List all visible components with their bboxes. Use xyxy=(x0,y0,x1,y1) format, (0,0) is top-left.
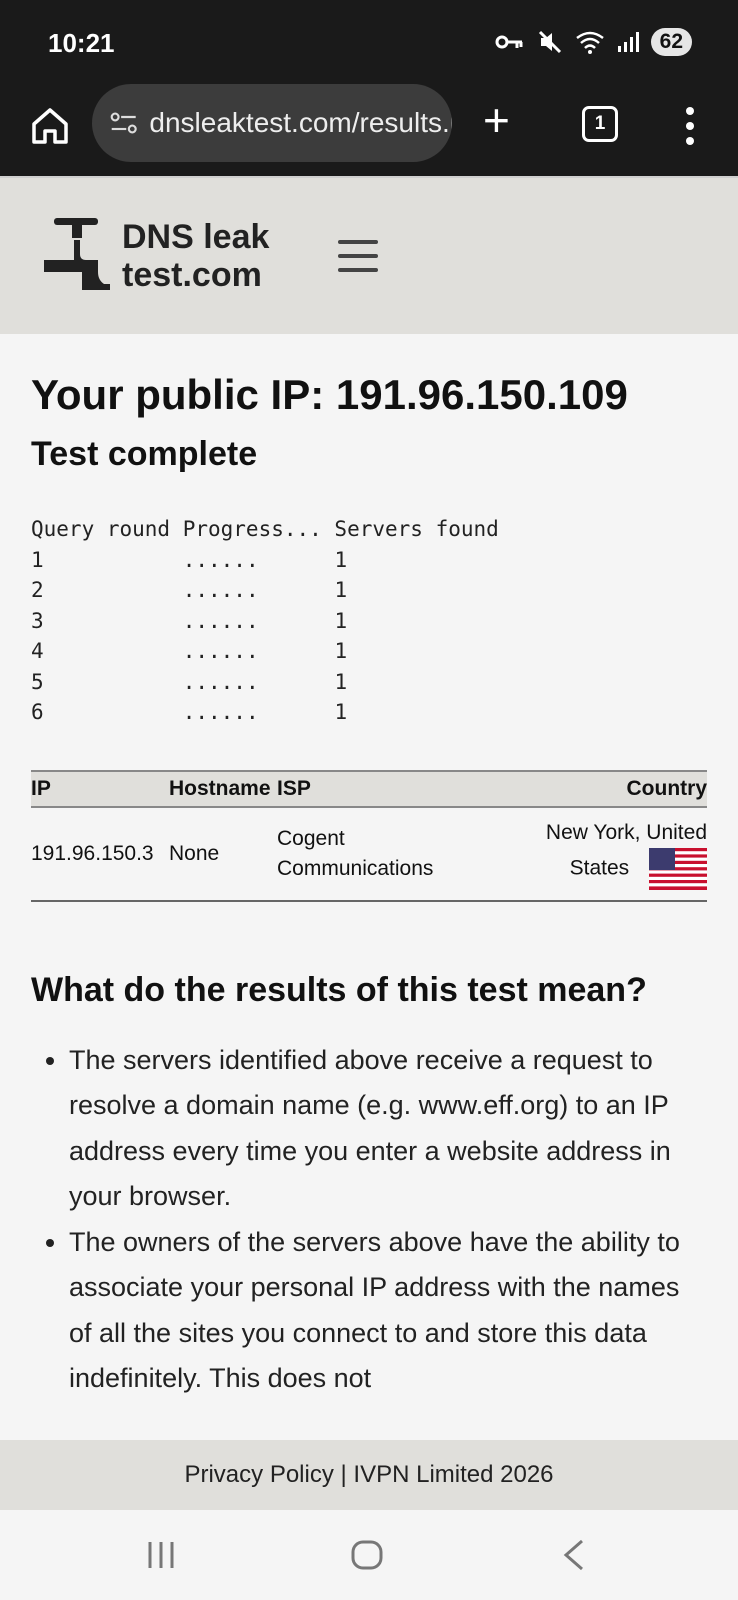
vpn-key-icon xyxy=(495,35,523,49)
footer-text[interactable]: Privacy Policy | IVPN Limited 2026 xyxy=(184,1461,553,1489)
isp-line-1: Cogent xyxy=(277,826,345,850)
query-header: Query round Progress... Servers found xyxy=(31,517,499,541)
cell-isp: Cogent Communications xyxy=(277,806,457,902)
query-row: 2 ...... 1 xyxy=(31,578,348,602)
home-icon[interactable] xyxy=(28,104,72,148)
column-ip: IP xyxy=(31,769,169,808)
more-options-icon[interactable] xyxy=(680,104,700,148)
browser-toolbar: dnsleaktest.com/results.html + 1 xyxy=(0,80,738,176)
list-item: The servers identified above receive a r… xyxy=(69,1038,707,1220)
dns-servers-table: IP Hostname ISP Country 191.96.150.3 Non… xyxy=(31,769,707,902)
new-tab-button[interactable]: + xyxy=(483,96,510,144)
cell-country: New York, United States xyxy=(457,806,707,902)
logo-line-1: DNS leak xyxy=(122,218,270,256)
query-row: 4 ...... 1 xyxy=(31,639,348,663)
site-header: DNS leak test.com xyxy=(0,176,738,334)
faucet-logo-icon[interactable] xyxy=(42,214,114,290)
wifi-icon xyxy=(575,31,604,54)
page-title: Your public IP: 191.96.150.109 xyxy=(31,371,628,418)
main-content: Your public IP: 191.96.150.109 Test comp… xyxy=(31,334,707,1402)
battery-indicator: 62 xyxy=(650,28,692,56)
explanation-heading: What do the results of this test mean? xyxy=(31,970,647,1009)
status-bar: 10:21 62 xyxy=(0,0,738,80)
address-bar[interactable]: dnsleaktest.com/results.html xyxy=(92,84,452,162)
query-row: 6 ...... 1 xyxy=(31,700,348,724)
table-row: 191.96.150.3 None Cogent Communications … xyxy=(31,806,707,902)
explanation-list: The servers identified above receive a r… xyxy=(31,1038,707,1402)
column-isp: ISP xyxy=(277,769,457,808)
menu-icon[interactable] xyxy=(338,240,378,274)
list-item: The owners of the servers above have the… xyxy=(69,1220,707,1402)
tab-switcher-button[interactable]: 1 xyxy=(582,106,618,142)
signal-icon xyxy=(617,32,639,52)
site-settings-icon[interactable] xyxy=(110,110,137,136)
cell-ip: 191.96.150.3 xyxy=(31,806,169,902)
us-flag-icon xyxy=(649,847,707,890)
mute-icon xyxy=(538,30,561,54)
status-icons: 62 xyxy=(495,28,692,56)
table-header-row: IP Hostname ISP Country xyxy=(31,769,707,808)
site-footer[interactable]: Privacy Policy | IVPN Limited 2026 xyxy=(0,1440,738,1510)
logo-line-2: test.com xyxy=(122,256,262,294)
test-status: Test complete xyxy=(31,435,258,473)
status-time: 10:21 xyxy=(48,28,115,58)
site-logo-text[interactable]: DNS leak test.com xyxy=(122,218,269,294)
column-country: Country xyxy=(457,769,707,808)
column-hostname: Hostname xyxy=(169,769,277,808)
cell-hostname: None xyxy=(169,806,277,902)
recent-apps-icon[interactable] xyxy=(146,1540,176,1570)
query-row: 5 ...... 1 xyxy=(31,669,348,694)
back-icon[interactable] xyxy=(562,1538,586,1572)
home-nav-icon[interactable] xyxy=(350,1539,384,1571)
system-navigation-bar xyxy=(0,1510,738,1600)
query-rounds: Query round Progress... Servers found 1 … xyxy=(31,514,707,728)
query-row: 3 ...... 1 xyxy=(31,608,348,633)
url-text: dnsleaktest.com/results.html xyxy=(149,107,452,138)
country-line-2: States xyxy=(457,847,707,890)
query-row: 1 ...... 1 xyxy=(31,547,348,572)
isp-line-2: Communications xyxy=(277,856,434,880)
country-line-1: New York, United xyxy=(545,820,707,844)
